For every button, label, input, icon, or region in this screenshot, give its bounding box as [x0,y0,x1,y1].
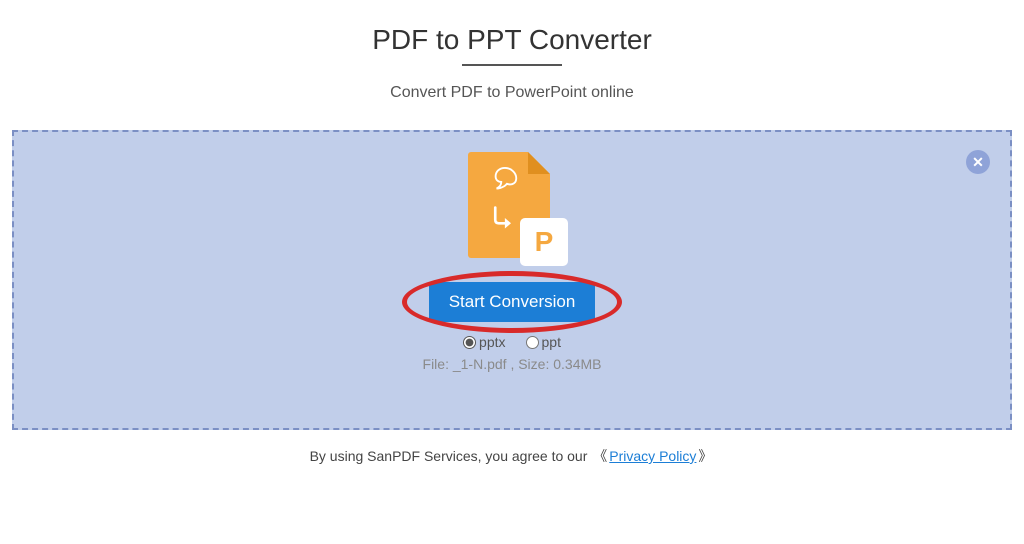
format-radio-ppt[interactable] [526,336,539,349]
pdf-logo-icon [490,166,520,196]
convert-arrow-icon [490,204,518,232]
file-dropzone[interactable]: ✕ P Start Conversion pptx ppt File: _1-N… [12,130,1012,430]
format-label-pptx: pptx [479,334,505,350]
footer-consent: By using SanPDF Services, you agree to o… [0,446,1024,466]
pdf-to-ppt-icon: P [462,152,562,272]
output-format-options: pptx ppt [463,334,561,350]
primary-action-wrap: Start Conversion [429,282,596,322]
format-radio-pptx[interactable] [463,336,476,349]
file-info-text: File: _1-N.pdf , Size: 0.34MB [423,356,602,372]
bracket-open: 《 [593,448,607,464]
format-option-ppt[interactable]: ppt [526,334,561,350]
close-icon[interactable]: ✕ [966,150,990,174]
ppt-badge-icon: P [520,218,568,266]
start-conversion-button[interactable]: Start Conversion [429,282,596,322]
page-title: PDF to PPT Converter [0,24,1024,56]
page-subtitle: Convert PDF to PowerPoint online [0,84,1024,102]
privacy-policy-link[interactable]: Privacy Policy [609,448,696,464]
consent-prefix: By using SanPDF Services, you agree to o… [310,448,592,464]
title-underline [462,64,562,66]
format-option-pptx[interactable]: pptx [463,334,505,350]
bracket-close: 》 [698,448,712,464]
format-label-ppt: ppt [542,334,561,350]
